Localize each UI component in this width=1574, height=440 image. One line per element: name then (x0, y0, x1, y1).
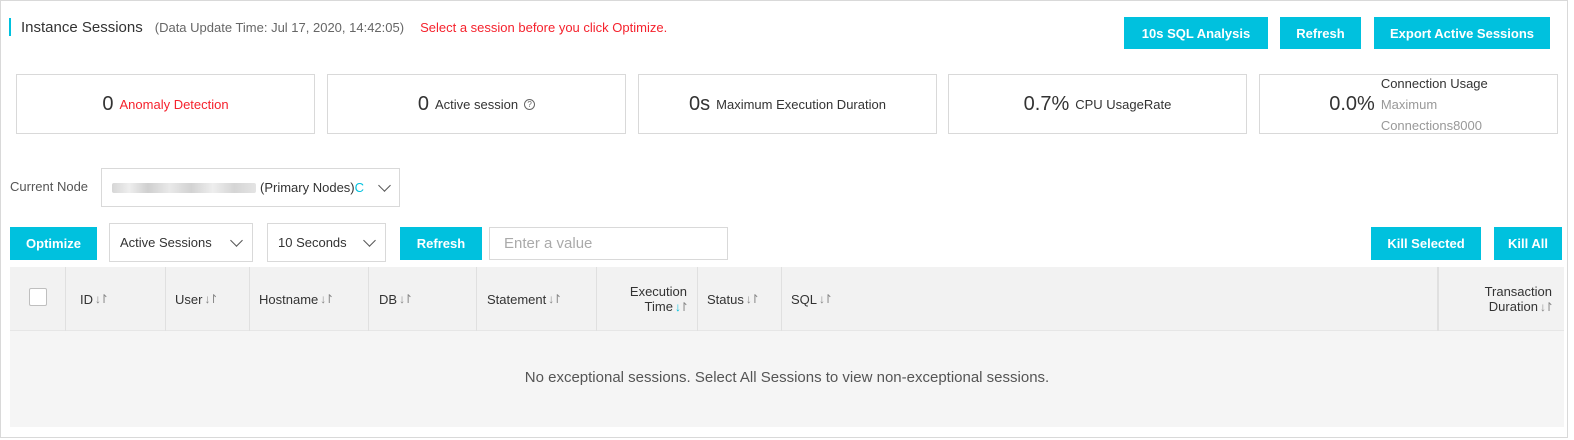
column-user-label: User (175, 291, 203, 307)
column-status-label: Status (707, 291, 744, 307)
column-id[interactable]: ID ↓↾ (66, 267, 166, 331)
cpu-usage-value: 0.7% (1023, 92, 1070, 115)
sessions-table: ID ↓↾ User ↓↾ Hostname ↓↾ DB ↓↾ Statemen… (10, 267, 1564, 427)
title-accent-bar (9, 18, 11, 36)
refresh-button-top[interactable]: Refresh (1280, 17, 1361, 49)
column-status[interactable]: Status ↓↾ (698, 267, 782, 331)
sort-icon: ↓↾ (1539, 299, 1554, 314)
chevron-down-icon (378, 179, 391, 192)
export-active-sessions-button[interactable]: Export Active Sessions (1374, 17, 1550, 49)
anomaly-count: 0 (102, 92, 114, 115)
active-session-label: Active session (435, 96, 519, 112)
max-connections-line2: Connections8000 (1380, 117, 1483, 133)
cpu-usage-card: 0.7% CPU UsageRate (948, 74, 1247, 134)
sort-icon: ↓↾ (819, 292, 833, 306)
chevron-down-icon (230, 234, 243, 247)
column-execution-time-line2: Time (644, 298, 673, 314)
column-execution-time[interactable]: Execution Time ↓↾ (597, 267, 698, 331)
current-node-select[interactable]: (Primary Nodes) C (101, 168, 400, 207)
max-execution-value: 0s (689, 92, 711, 115)
refresh-button[interactable]: Refresh (400, 227, 482, 260)
column-execution-time-label: Execution Time ↓↾ (629, 283, 689, 315)
search-input[interactable] (489, 227, 728, 260)
active-session-card: 0 Active session ? (327, 74, 626, 134)
sort-icon: ↓↾ (204, 292, 218, 306)
kill-selected-button[interactable]: Kill Selected (1371, 227, 1481, 260)
connection-usage-value: 0.0% (1329, 92, 1375, 115)
column-sql-label: SQL (791, 291, 818, 307)
column-hostname-label: Hostname (259, 291, 319, 307)
empty-state-message: No exceptional sessions. Select All Sess… (524, 369, 1050, 386)
connection-usage-text: Connection Usage Maximum Connections8000 (1381, 73, 1488, 136)
current-node-label: Current Node (10, 179, 89, 194)
column-db-label: DB (379, 291, 398, 307)
connection-usage-card: 0.0% Connection Usage Maximum Connection… (1259, 74, 1558, 134)
select-all-checkbox[interactable] (29, 288, 47, 306)
max-connections-line1: Maximum (1380, 96, 1438, 112)
max-execution-card: 0s Maximum Execution Duration (638, 74, 937, 134)
table-header: ID ↓↾ User ↓↾ Hostname ↓↾ DB ↓↾ Statemen… (10, 267, 1564, 331)
sort-active-icon: ↓↾ (674, 299, 689, 314)
column-id-label: ID (80, 291, 93, 307)
optimize-button[interactable]: Optimize (10, 227, 97, 260)
sql-analysis-button[interactable]: 10s SQL Analysis (1124, 17, 1268, 49)
refresh-interval-select[interactable]: 10 Seconds (267, 223, 386, 262)
sort-icon: ↓↾ (548, 292, 562, 306)
anomaly-detection-link[interactable]: Anomaly Detection (120, 97, 229, 112)
column-transaction-duration-label: Transaction Duration ↓↾ (1484, 283, 1554, 315)
column-execution-time-line1: Execution (629, 283, 687, 299)
column-statement-label: Statement (487, 291, 547, 307)
node-suffix: C (354, 180, 365, 195)
connection-usage-label: Connection Usage (1380, 75, 1488, 91)
select-all-column (10, 267, 66, 331)
sort-icon: ↓↾ (95, 292, 109, 306)
column-transaction-line2: Duration (1488, 298, 1538, 314)
instance-sessions-panel: Instance Sessions (Data Update Time: Jul… (0, 0, 1568, 438)
column-db[interactable]: DB ↓↾ (369, 267, 477, 331)
column-user[interactable]: User ↓↾ (166, 267, 250, 331)
chevron-down-icon (363, 234, 376, 247)
optimize-hint: Select a session before you click Optimi… (420, 19, 668, 35)
help-icon[interactable]: ? (524, 98, 536, 110)
anomaly-detection-card: 0 Anomaly Detection (16, 74, 315, 134)
kill-all-button[interactable]: Kill All (1494, 227, 1562, 260)
column-hostname[interactable]: Hostname ↓↾ (250, 267, 369, 331)
active-session-count: 0 (417, 92, 430, 115)
sort-icon: ↓↾ (745, 292, 760, 306)
sort-icon: ↓↾ (320, 292, 334, 306)
data-update-time: (Data Update Time: Jul 17, 2020, 14:42:0… (154, 19, 405, 35)
panel-header: Instance Sessions (Data Update Time: Jul… (9, 13, 667, 41)
column-transaction-line1: Transaction (1484, 283, 1552, 299)
node-id-redacted (112, 182, 256, 193)
node-role: (Primary Nodes) (260, 180, 355, 195)
refresh-interval-value: 10 Seconds (278, 235, 347, 250)
column-sql[interactable]: SQL ↓↾ (782, 267, 1438, 331)
column-statement[interactable]: Statement ↓↾ (477, 267, 597, 331)
column-transaction-duration[interactable]: Transaction Duration ↓↾ (1438, 267, 1564, 331)
page-title: Instance Sessions (21, 18, 143, 36)
max-execution-label: Maximum Execution Duration (716, 96, 886, 112)
sort-icon: ↓↾ (399, 292, 413, 306)
cpu-usage-label: CPU UsageRate (1075, 96, 1172, 112)
session-type-value: Active Sessions (120, 235, 212, 250)
session-type-select[interactable]: Active Sessions (109, 223, 253, 262)
